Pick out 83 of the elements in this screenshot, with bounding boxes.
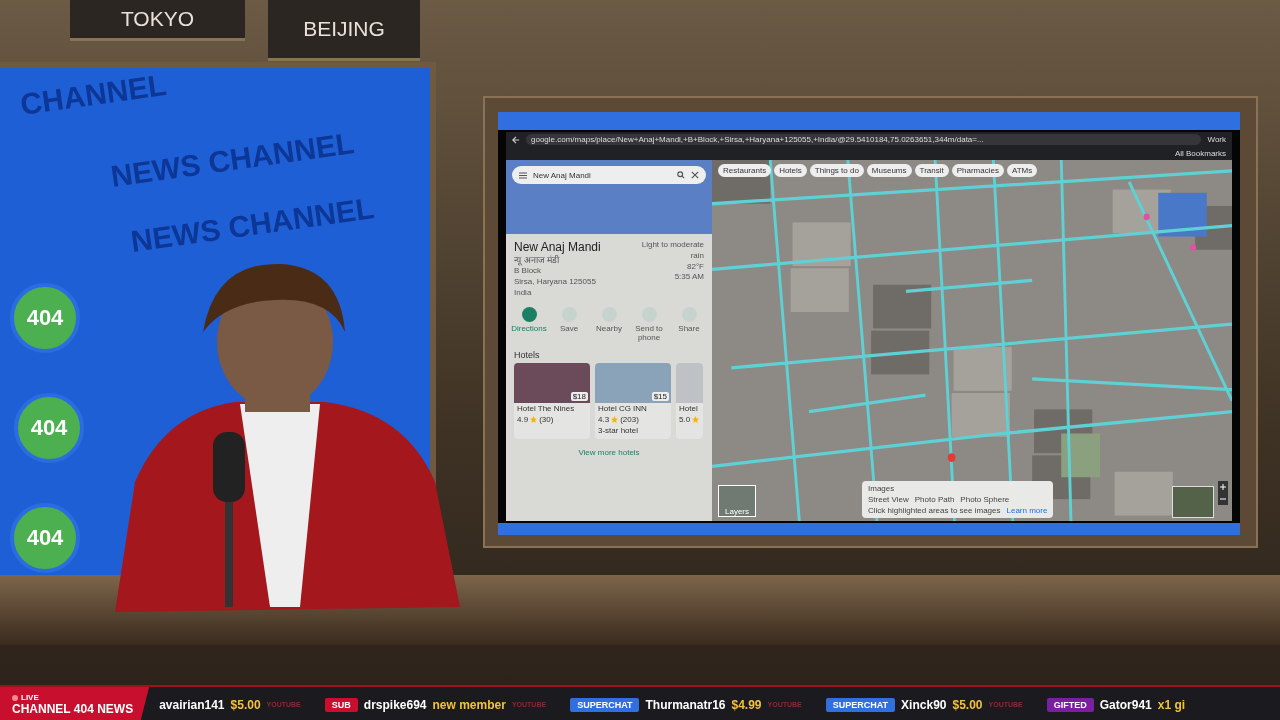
rating: 5.0 — [679, 414, 691, 424]
action-button[interactable]: Nearby — [590, 306, 628, 342]
category-chip[interactable]: Pharmacies — [951, 164, 1004, 177]
hotel-card[interactable]: $18 Hotel The Nines 4.9 (30) — [514, 362, 590, 439]
price-tag: $15 — [651, 391, 669, 401]
search-field[interactable]: New Anaj Mandi — [512, 166, 706, 184]
hotel-card[interactable]: $15 Hotel CG INN 4.3 (203) 3-star hotel — [595, 362, 671, 439]
local-name: न्यू अनाज मंडी — [514, 254, 561, 267]
star-icon — [530, 415, 538, 423]
hotel-name: Hotel The Nines — [516, 402, 576, 414]
review-count: (203) — [620, 414, 639, 424]
local-time: 5:35 AM — [674, 272, 704, 284]
category-chip[interactable]: Things to do — [809, 164, 864, 177]
hotel-class: 3-star hotel — [597, 424, 640, 436]
place-name: New Anaj Mandi — [514, 240, 601, 254]
category-chip[interactable]: Transit — [914, 164, 949, 177]
wall-screen-text: NEWS CHANNEL — [128, 191, 377, 259]
username: drspike694 — [363, 697, 427, 712]
hotel-card[interactable]: Hotel 5.0 — [676, 362, 703, 439]
temperature: 82°F — [687, 261, 704, 273]
action-button[interactable]: Share — [670, 306, 708, 342]
panel-title: Images — [868, 484, 896, 493]
hint-text: Click highlighted areas to see images — [868, 506, 1001, 515]
action-button[interactable]: Directions — [510, 306, 548, 342]
price-tag: $18 — [570, 391, 588, 401]
photo-placeholder — [676, 362, 703, 403]
event-amount: $4.99 — [731, 697, 762, 712]
back-icon[interactable] — [512, 135, 520, 144]
event-amount: new member — [432, 697, 506, 712]
event-badge: SUPERCHAT — [825, 697, 896, 712]
event-badge: SUB — [324, 697, 358, 712]
username: avairian141 — [159, 697, 225, 712]
zoom-controls-icon[interactable] — [1218, 481, 1228, 505]
username: Thurmanatr16 — [645, 697, 726, 712]
action-button[interactable]: Send to phone — [630, 306, 668, 342]
username: Xinck90 — [901, 697, 947, 712]
learn-more-link[interactable]: Learn more — [1006, 506, 1048, 515]
event-amount: $5.00 — [952, 697, 983, 712]
legend-item: Photo Path — [914, 495, 955, 504]
star-icon — [692, 415, 700, 423]
channel-logo: 404 — [14, 393, 84, 463]
address-line: India — [514, 287, 533, 299]
event-amount: $5.00 — [230, 697, 261, 712]
wall-screen-text: NEWS CHANNEL — [108, 126, 357, 194]
city-sign: TOKYO — [70, 0, 245, 41]
rating: 4.9 — [517, 414, 529, 424]
satellite-map-drawing[interactable] — [712, 160, 1232, 521]
microphone-icon — [213, 432, 245, 607]
weather-text: Light to moderate rain — [640, 240, 704, 262]
legend-item: Photo Sphere — [960, 495, 1010, 504]
category-chip[interactable]: Museums — [866, 164, 912, 177]
close-icon[interactable] — [691, 171, 699, 179]
review-count: (30) — [539, 414, 554, 424]
street-view-thumbnail[interactable] — [1172, 486, 1214, 518]
category-chip[interactable]: Hotels — [774, 164, 807, 177]
address-line: Sirsa, Haryana 125055 — [514, 276, 597, 288]
legend-item: Street View — [868, 495, 909, 504]
username: Gator941 — [1099, 697, 1152, 712]
address-line: B Block — [514, 266, 543, 277]
hotel-name: Hotel CG INN — [597, 402, 648, 414]
event-badge: GIFTED — [1046, 697, 1094, 712]
city-sign: BEIJING — [268, 0, 420, 61]
channel-name: CHANNEL 404 NEWS — [12, 702, 134, 716]
live-dot-icon — [12, 694, 18, 701]
search-icon[interactable] — [677, 171, 685, 179]
wall-screen-text: CHANNEL — [18, 68, 169, 123]
hotel-name: Hotel — [678, 402, 699, 414]
live-label: LIVE — [21, 693, 39, 702]
rating: 4.3 — [598, 414, 610, 424]
address-bar[interactable]: google.com/maps/place/New+Anaj+Mandi,+B+Block,+Sirsa,+Haryana+125055,+India/@29.5410184,75.0263651,344m/data=... — [526, 134, 1202, 145]
category-chip[interactable]: Restaurants — [718, 164, 772, 177]
event-amount: x1 gi — [1157, 697, 1186, 712]
event-badge: SUPERCHAT — [570, 697, 640, 712]
section-heading: Hotels — [513, 348, 541, 362]
star-icon — [611, 415, 619, 423]
channel-logo: 404 — [10, 283, 80, 353]
channel-logo: 404 — [10, 503, 80, 573]
action-button[interactable]: Save — [550, 306, 588, 342]
bookmarks-folder[interactable]: All Bookmarks — [1174, 149, 1226, 158]
profile-button[interactable]: Work — [1207, 135, 1226, 144]
menu-icon[interactable] — [519, 171, 527, 179]
layers-button[interactable]: Layers — [718, 485, 756, 517]
view-more-link[interactable]: View more hotels — [572, 446, 646, 458]
